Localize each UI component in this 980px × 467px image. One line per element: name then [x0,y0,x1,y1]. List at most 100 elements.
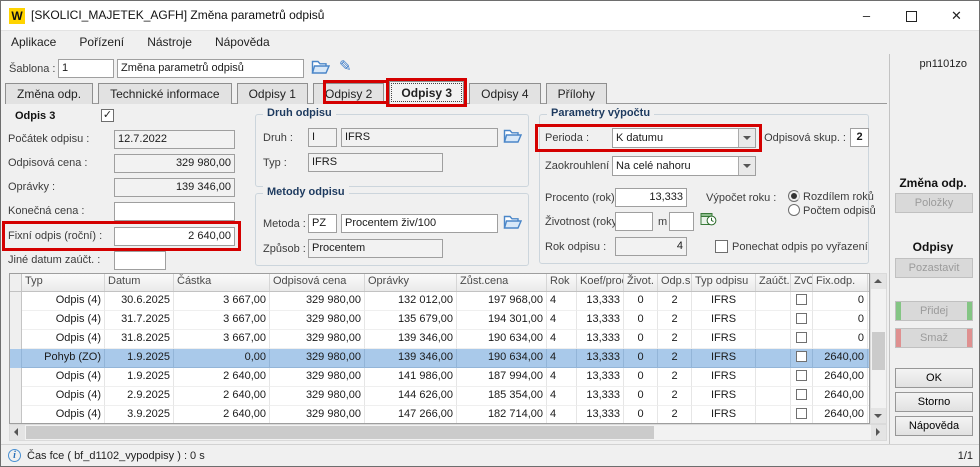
close-button[interactable]: ✕ [934,1,979,30]
napoveda-button[interactable]: Nápověda [895,416,973,436]
konecna-cena-label: Konečná cena : [8,205,84,217]
column-header[interactable]: Rok [547,274,577,291]
menu-napoveda[interactable]: Nápověda [205,31,280,54]
tab-odpisy-2[interactable]: Odpisy 2 [313,83,384,104]
druh-folder-icon[interactable] [503,128,522,147]
info-icon: i [8,449,21,462]
table-header-row: TypDatumČástkaOdpisová cenaOprávkyZůst.c… [10,274,869,292]
cell: Pohyb (ZO) [22,349,105,368]
cell: 4 [547,368,577,387]
cell: 2640,00 [813,349,868,368]
selector-column-header [10,274,22,291]
perioda-dropdown[interactable]: K datumu [612,128,756,148]
table-row[interactable]: Odpis (4)30.6.20253 667,00329 980,00132 … [10,292,869,311]
zivotnost-label: Životnost (roky) [545,216,621,228]
cell: 2 [658,349,692,368]
cell: 3 667,00 [174,292,270,311]
jine-datum-field[interactable] [114,251,166,270]
column-header[interactable]: Zaúčt. [756,274,791,291]
column-header[interactable]: Koef/proc [577,274,624,291]
cell: 194 301,00 [457,311,547,330]
cell [756,330,791,349]
column-header[interactable]: Fix.odp. [813,274,868,291]
vypocet-roku-label: Výpočet roku : [706,192,776,204]
zivotnost-mesice-field[interactable] [669,212,694,231]
cell: 0 [624,330,658,349]
cell: 135 679,00 [365,311,457,330]
table-row[interactable]: Pohyb (ZO)1.9.20250,00329 980,00139 346,… [10,349,869,368]
fixni-odpis-field[interactable]: 2 640,00 [114,227,235,246]
column-header[interactable]: Typ odpisu [692,274,756,291]
minimize-button[interactable]: – [844,1,889,30]
template-name-input[interactable]: Změna parametrů odpisů [117,59,304,78]
column-header[interactable]: Částka [174,274,270,291]
cell: IFRS [692,368,756,387]
table-row[interactable]: Odpis (4)2.9.20252 640,00329 980,00144 6… [10,387,869,406]
calendar-clock-icon[interactable] [700,211,717,230]
column-header[interactable]: Datum [105,274,174,291]
table-row[interactable]: Odpis (4)1.9.20252 640,00329 980,00141 9… [10,368,869,387]
menu-porizeni[interactable]: Pořízení [69,31,134,54]
radio-poctem-odpisu[interactable] [788,204,800,216]
tab-technicke-informace[interactable]: Technické informace [98,83,231,104]
cell: 0 [624,387,658,406]
chevron-down-icon[interactable] [738,129,755,147]
ok-button[interactable]: OK [895,368,973,388]
column-header[interactable]: Odp.sk. [658,274,692,291]
cell: 4 [547,387,577,406]
column-header[interactable]: Život. [624,274,658,291]
column-header[interactable]: Oprávky [365,274,457,291]
column-header[interactable]: Typ [22,274,105,291]
odpis3-enabled-checkbox[interactable]: ✓ [101,109,114,122]
column-header[interactable]: ZvC [791,274,813,291]
storno-button[interactable]: Storno [895,392,973,412]
metoda-folder-icon[interactable] [503,214,522,233]
druh-odpisu-group-title: Druh odpisu [263,107,336,119]
zaokrouhleni-dropdown[interactable]: Na celé nahoru [612,156,756,176]
cell: 2640,00 [813,387,868,406]
chevron-down-icon[interactable] [738,157,755,175]
scroll-left-button[interactable] [10,425,25,440]
cell: 31.8.2025 [105,330,174,349]
maximize-button[interactable] [889,1,934,30]
odpisova-skupina-field[interactable]: 2 [850,128,869,147]
vertical-scroll-thumb[interactable] [872,332,885,370]
table-row[interactable]: Odpis (4)31.7.20253 667,00329 980,00135 … [10,311,869,330]
scroll-up-button[interactable] [871,274,886,289]
column-header[interactable]: Zůst.cena [457,274,547,291]
scroll-down-button[interactable] [871,408,886,423]
tab-odpisy-3[interactable]: Odpisy 3 [389,81,464,104]
vertical-scrollbar[interactable] [870,273,887,424]
procento-field[interactable]: 13,333 [615,188,687,207]
odpisy-heading: Odpisy [891,240,975,254]
zivotnost-roky-field[interactable] [615,212,653,231]
edit-pencil-icon[interactable]: ✎ [339,58,352,76]
metoda-name-field[interactable]: Procentem živ/100 [341,214,498,233]
menu-nastroje[interactable]: Nástroje [137,31,202,54]
table-row[interactable]: Odpis (4)3.9.20252 640,00329 980,00147 2… [10,406,869,424]
tab-prilohy[interactable]: Přílohy [546,83,607,104]
column-header[interactable]: Odpisová cena [270,274,365,291]
cell: 329 980,00 [270,406,365,424]
menu-aplikace[interactable]: Aplikace [1,31,66,54]
cell: 190 634,00 [457,330,547,349]
tab-odpisy-4[interactable]: Odpisy 4 [469,83,540,104]
table-row[interactable]: Odpis (4)31.8.20253 667,00329 980,00139 … [10,330,869,349]
radio-rozdilem-roku[interactable] [788,190,800,202]
tab-zmena-odp[interactable]: Změna odp. [5,83,93,104]
metoda-code-field[interactable]: PZ [308,214,337,233]
horizontal-scroll-thumb[interactable] [26,426,654,439]
tab-odpisy-1[interactable]: Odpisy 1 [237,83,308,104]
status-text: Čas fce ( bf_d1102_vypodpisy ) : 0 s [27,450,205,462]
cell: 13,333 [577,311,624,330]
cell: 31.7.2025 [105,311,174,330]
open-folder-icon[interactable] [311,59,330,78]
cell [791,349,813,368]
scroll-right-button[interactable] [871,425,886,440]
cell: 13,333 [577,387,624,406]
ponechat-odpis-checkbox[interactable] [715,240,728,253]
cell [791,330,813,349]
konecna-cena-field[interactable] [114,202,235,221]
horizontal-scrollbar[interactable] [9,424,887,441]
template-number-input[interactable]: 1 [58,59,114,78]
